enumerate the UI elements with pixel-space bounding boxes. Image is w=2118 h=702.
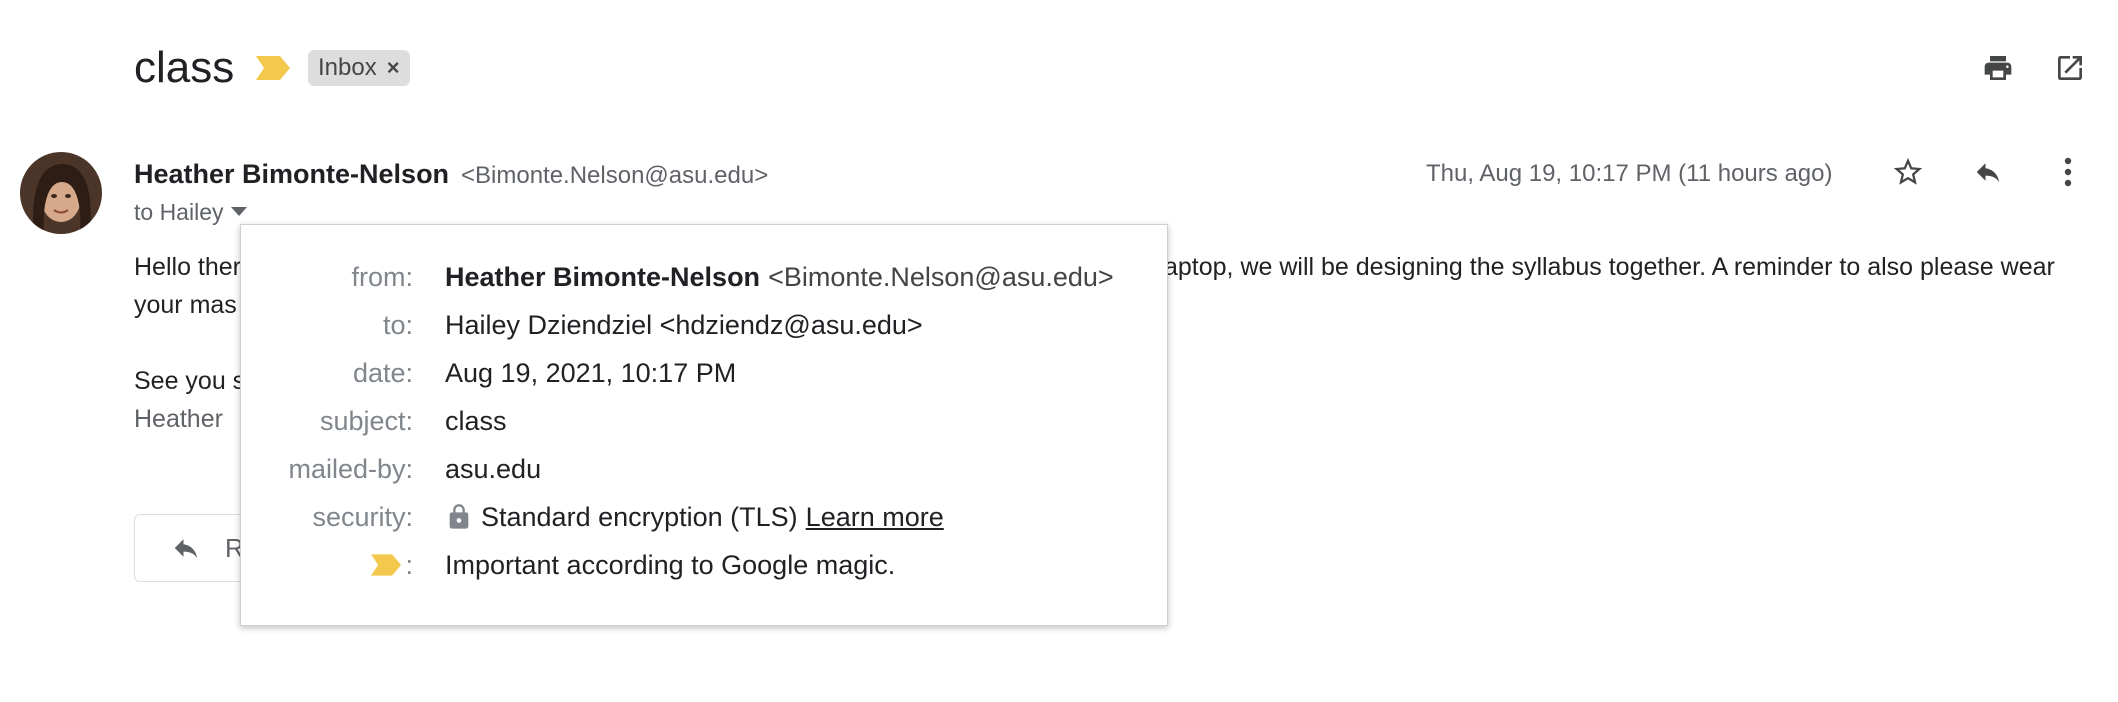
- mailed-by-value: asu.edu: [445, 454, 542, 484]
- importance-colon: :: [405, 550, 413, 580]
- date-value: Aug 19, 2021, 10:17 PM: [445, 358, 737, 388]
- from-value: Heather Bimonte-Nelson <Bimonte.Nelson@a…: [445, 257, 1114, 297]
- importance-value: Important according to Google magic.: [445, 550, 896, 580]
- body-text-line-1-end: aptop, we will be designing the syllabus…: [1164, 253, 2055, 281]
- message-details-popup: from: Heather Bimonte-Nelson <Bimonte.Ne…: [240, 224, 1168, 626]
- inbox-label-chip: Inbox ×: [308, 50, 410, 86]
- reply-icon: [174, 539, 198, 558]
- to-label: to:: [382, 310, 413, 340]
- subject-value: class: [445, 406, 507, 436]
- email-subject-title: class: [134, 43, 235, 92]
- important-marker-icon: [371, 554, 402, 576]
- sender-name[interactable]: Heather Bimonte-Nelson: [134, 156, 449, 192]
- details-row-to: to: Hailey Dziendziel <hdziendz@asu.edu>: [241, 305, 1167, 345]
- remove-label-button[interactable]: ×: [387, 50, 400, 86]
- from-email: <Bimonte.Nelson@asu.edu>: [768, 262, 1114, 292]
- recipients-line[interactable]: to Hailey: [134, 196, 248, 228]
- important-marker-icon[interactable]: [256, 56, 290, 80]
- lock-icon: [449, 504, 469, 529]
- reply-icon[interactable]: [1966, 150, 2010, 194]
- sender-avatar[interactable]: [20, 152, 102, 234]
- security-text: Standard encryption (TLS): [481, 502, 798, 532]
- details-row-importance: : Important according to Google magic.: [241, 545, 1167, 585]
- date-label: date:: [352, 358, 413, 388]
- learn-more-link[interactable]: Learn more: [806, 497, 944, 537]
- details-row-subject: subject: class: [241, 401, 1167, 441]
- details-row-security: security: Standard encryption (TLS) Lear…: [241, 497, 1167, 537]
- subject-label: subject:: [319, 406, 413, 436]
- more-options-icon[interactable]: [2046, 150, 2090, 194]
- body-text-line-2: your mas: [134, 291, 237, 319]
- details-row-date: date: Aug 19, 2021, 10:17 PM: [241, 353, 1167, 393]
- label-chip-text: Inbox: [318, 54, 377, 81]
- from-name: Heather Bimonte-Nelson: [445, 262, 761, 292]
- importance-label: :: [371, 545, 413, 585]
- from-label: from:: [351, 262, 413, 292]
- body-text-line-1-start: Hello ther: [134, 253, 241, 281]
- show-details-dropdown-icon[interactable]: [231, 207, 248, 217]
- security-label: security:: [312, 502, 413, 532]
- security-value: Standard encryption (TLS) Learn more: [445, 497, 944, 537]
- mailed-by-label: mailed-by:: [288, 454, 413, 484]
- body-text-line-3: See you s: [134, 367, 246, 395]
- signature: Heather: [134, 405, 223, 433]
- to-value: Hailey Dziendziel <hdziendz@asu.edu>: [445, 310, 923, 340]
- details-row-from: from: Heather Bimonte-Nelson <Bimonte.Ne…: [241, 257, 1167, 297]
- recipients-text: to Hailey: [134, 199, 224, 225]
- sender-email: <Bimonte.Nelson@asu.edu>: [461, 162, 769, 189]
- message-date: Thu, Aug 19, 10:17 PM (11 hours ago): [1426, 160, 1833, 187]
- details-row-mailed-by: mailed-by: asu.edu: [241, 449, 1167, 489]
- print-icon[interactable]: [1978, 48, 2018, 88]
- star-icon[interactable]: [1886, 150, 1930, 194]
- open-in-new-window-icon[interactable]: [2050, 48, 2090, 88]
